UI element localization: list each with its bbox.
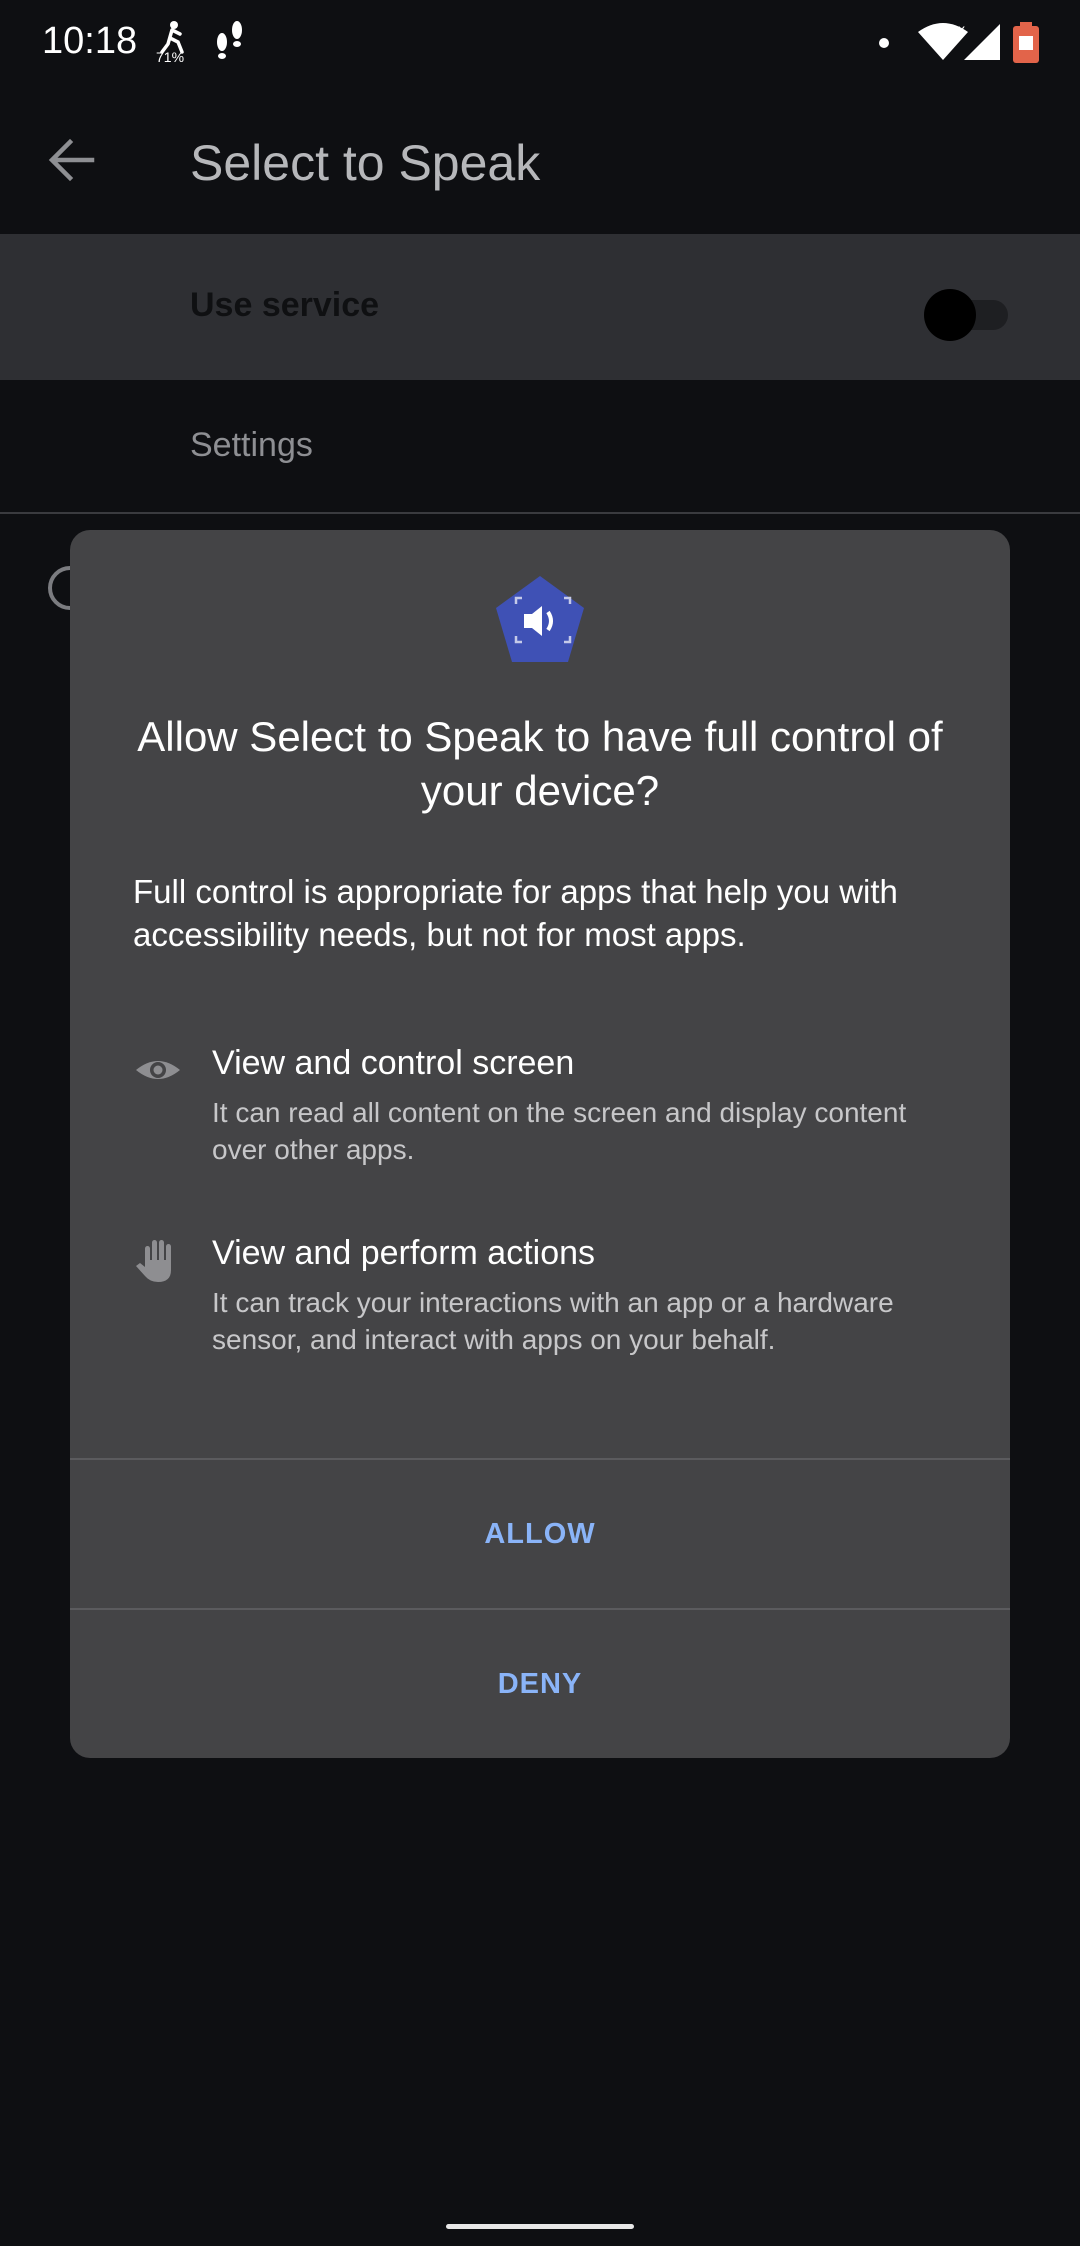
settings-label: Settings bbox=[190, 426, 313, 464]
eye-icon bbox=[134, 1046, 182, 1094]
deny-button[interactable]: DENY bbox=[70, 1610, 1010, 1758]
gesture-navigation-bar[interactable] bbox=[446, 2224, 634, 2229]
permission-description: It can track your interactions with an a… bbox=[212, 1287, 894, 1355]
permission-dialog: Allow Select to Speak to have full contr… bbox=[70, 530, 1010, 1758]
back-button[interactable] bbox=[36, 124, 108, 196]
permission-description: It can read all content on the screen an… bbox=[212, 1097, 907, 1165]
footprints-icon bbox=[212, 18, 248, 69]
select-to-speak-icon bbox=[494, 574, 586, 666]
status-time: 10:18 bbox=[42, 20, 138, 62]
use-service-row[interactable]: Use service bbox=[0, 234, 1080, 380]
hiking-icon: 71% bbox=[154, 18, 194, 69]
status-bar: 10:18 71% x bbox=[0, 0, 1080, 88]
page-title: Select to Speak bbox=[190, 135, 541, 191]
toggle-thumb bbox=[924, 289, 976, 341]
battery-icon bbox=[1012, 22, 1040, 69]
hand-icon bbox=[134, 1236, 182, 1284]
svg-text:71%: 71% bbox=[156, 49, 184, 64]
settings-row[interactable]: Settings bbox=[0, 380, 1080, 514]
permission-title: View and control screen bbox=[212, 1044, 575, 1082]
notification-dot-icon bbox=[878, 36, 890, 54]
use-service-label: Use service bbox=[190, 286, 380, 324]
permission-title: View and perform actions bbox=[212, 1234, 596, 1272]
dialog-description: Full control is appropriate for apps tha… bbox=[133, 873, 898, 953]
app-bar: Select to Speak bbox=[0, 88, 1080, 234]
arrow-back-icon bbox=[48, 138, 95, 182]
dialog-title: Allow Select to Speak to have full contr… bbox=[137, 713, 943, 814]
use-service-toggle[interactable] bbox=[920, 282, 1010, 341]
allow-button[interactable]: ALLOW bbox=[70, 1460, 1010, 1608]
signal-icon bbox=[962, 22, 1002, 67]
